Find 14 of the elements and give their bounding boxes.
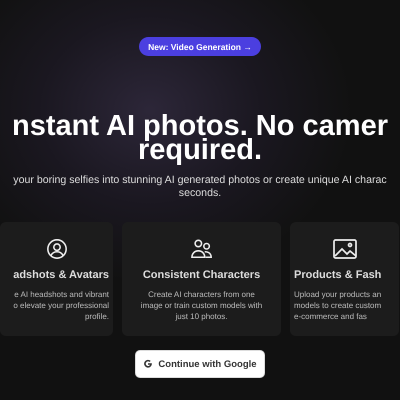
- image-icon: [332, 238, 356, 260]
- card-description: Upload your products an models to create custom e-commerce and fas: [293, 289, 382, 322]
- users-icon: [190, 238, 214, 260]
- card-title: Products & Fash: [293, 269, 382, 281]
- card-title: Consistent Characters: [142, 269, 262, 281]
- google-icon: [143, 359, 154, 369]
- announcement-badge[interactable]: New: Video Generation →: [139, 37, 261, 56]
- card-description: Create AI characters from one image or train custom models with just 10 photos.: [140, 289, 264, 322]
- subtitle: your boring selfies into stunning AI generated photos or create unique AI charac: [13, 174, 387, 187]
- subtitle: seconds.: [178, 187, 222, 200]
- google-sign-in-button[interactable]: Continue with Google: [135, 350, 265, 378]
- card-title: adshots & Avatars: [12, 269, 110, 281]
- card-description: e AI headshots and vibrant o elevate your professional profile.: [12, 289, 110, 322]
- user-circle-icon: [46, 238, 68, 260]
